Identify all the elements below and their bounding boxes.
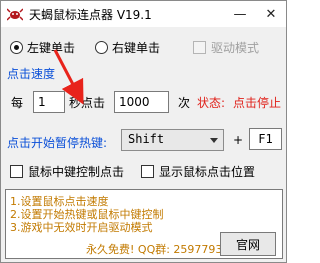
every-label: 每 [11, 96, 24, 110]
window-title: 天蝎鼠标连点器 V19.1 [29, 8, 152, 22]
title-bar[interactable]: 天蝎鼠标连点器 V19.1 — ✕ [1, 1, 286, 27]
driver-mode-label: 驱动模式 [211, 41, 260, 55]
show-position-label: 显示鼠标点击位置 [159, 165, 256, 179]
hotkey-key-input[interactable] [249, 128, 282, 150]
scorpion-logo-icon [7, 8, 23, 21]
plus-label: + [233, 133, 244, 147]
checkbox-icon [10, 165, 23, 178]
speed-section-label: 点击速度 [7, 67, 56, 81]
right-click-label: 右键单击 [112, 41, 161, 55]
close-button[interactable]: ✕ [256, 1, 286, 27]
free-qq-group-text: 永久免费! QQ群: 259779350 [86, 243, 237, 256]
right-click-radio[interactable]: 右键单击 [95, 39, 160, 56]
driver-mode-checkbox[interactable]: 驱动模式 [193, 39, 259, 56]
minimize-button[interactable]: — [225, 1, 255, 27]
show-position-checkbox[interactable]: 显示鼠标点击位置 [141, 163, 255, 180]
left-click-label: 左键单击 [27, 41, 76, 55]
radio-unselected-icon [95, 41, 108, 54]
chevron-down-icon [210, 138, 218, 143]
app-window: 天蝎鼠标连点器 V19.1 — ✕ 左键单击 右键单击 驱动模式 点击速度 每 … [0, 0, 287, 263]
middle-click-label: 鼠标中键控制点击 [28, 165, 125, 179]
official-website-button[interactable]: 官网 [220, 232, 276, 256]
radio-selected-icon [10, 41, 23, 54]
status-label: 状态: [197, 96, 226, 110]
hotkey-modifier-select[interactable]: Shift [121, 129, 224, 151]
checkbox-icon [141, 165, 154, 178]
status-value: 点击停止 [233, 96, 282, 110]
count-unit-label: 次 [178, 96, 191, 110]
click-count-input[interactable] [114, 91, 169, 113]
checkbox-icon [193, 41, 206, 54]
seconds-input[interactable] [33, 91, 65, 113]
middle-click-checkbox[interactable]: 鼠标中键控制点击 [10, 163, 124, 180]
seconds-unit-label: 秒点击 [69, 96, 106, 110]
hotkey-label: 点击开始暂停热键: [7, 136, 108, 150]
modifier-value: Shift [128, 132, 165, 146]
instruction-line-3: 3.游戏中无效时开启驱动模式 [10, 221, 153, 234]
instructions-panel: 1.设置鼠标点击速度 2.设置开始热键或鼠标中键控制 3.游戏中无效时开启驱动模… [5, 189, 283, 259]
left-click-radio[interactable]: 左键单击 [10, 39, 75, 56]
